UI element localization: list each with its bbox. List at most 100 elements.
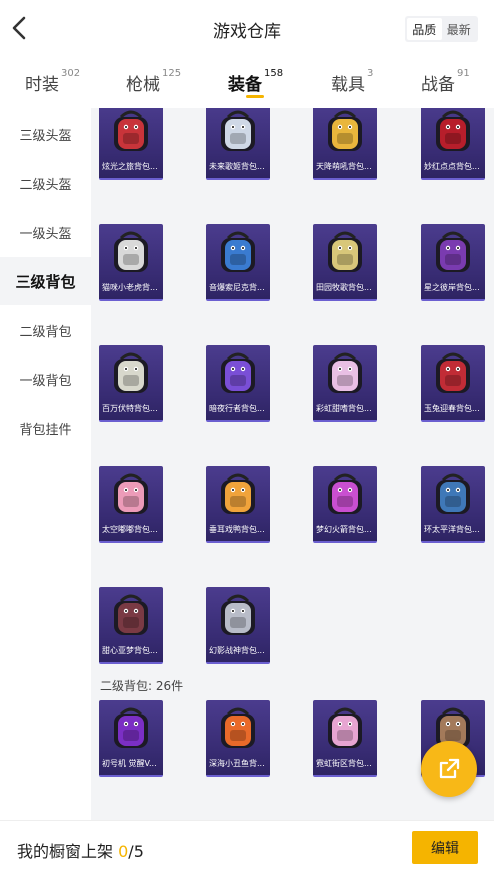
tab-count: 158 [264,68,284,79]
tab-count: 3 [367,68,374,79]
item-card[interactable]: 妙红点点背包... [421,108,485,180]
item-name: 甜心亚梦背包... [102,646,158,655]
tab-count: 125 [162,68,182,79]
red-monster-backpack-icon [109,108,153,157]
tab-label: 战备 [421,75,455,95]
tab-guns[interactable]: 枪械125 [126,68,182,95]
tab-fashion[interactable]: 时装302 [25,68,81,95]
red-dot-backpack-icon [431,108,475,157]
item-name: 天降萌吼背包... [316,162,372,171]
item-name: 初号机 觉醒V... [102,759,157,768]
header: 游戏仓库 品质 最新 [0,0,494,58]
item-name: 炫光之旅背包... [102,162,158,171]
star-shore-backpack-icon [431,228,475,278]
item-name: 星之彼岸背包... [424,283,480,292]
tiger-cat-backpack-icon [109,228,153,278]
active-tab-indicator [246,95,264,98]
item-card[interactable]: 环太平洋背包... [421,466,485,543]
sidebar-item-lv3-helmet[interactable]: 三级头盔 [0,110,91,158]
tab-label: 载具 [331,75,365,95]
showcase-label: 我的橱窗上架 [17,842,114,861]
sort-option-latest[interactable]: 最新 [442,18,477,40]
item-name: 垂耳戏鸭背包... [209,525,265,534]
share-button[interactable] [421,741,477,797]
item-card[interactable]: 霓虹街区背包... [313,700,377,777]
item-card[interactable]: 梦幻火箭背包... [313,466,377,543]
item-name: 田园牧歌背包... [316,283,372,292]
tab-vehicles[interactable]: 载具3 [331,68,374,95]
item-name: 暗夜行者背包... [209,404,265,413]
tab-count: 91 [457,68,470,79]
item-name: 梦幻火箭背包... [316,525,372,534]
sidebar-item-lv2-backpack[interactable]: 二级背包 [0,306,91,354]
rainbow-bunny-backpack-icon [323,349,367,399]
tab-label: 时装 [25,75,59,95]
item-name: 玉兔迎春背包... [424,404,480,413]
item-card[interactable]: 太空嘟嘟背包... [99,466,163,543]
item-name: 未来歌姬背包... [209,162,265,171]
item-card[interactable]: 玉兔迎春背包... [421,345,485,422]
white-idol-backpack-icon [216,108,260,157]
category-tabs: 时装302 枪械125 装备158 载具3 战备91 [0,58,494,108]
sidebar-item-lv1-backpack[interactable]: 一级背包 [0,355,91,403]
item-grid: 炫光之旅背包... 未来歌姬背包... 天降萌吼背包... 妙红点点背包... 猫咪小老… [91,108,494,820]
sweetheart-dream-backpack-icon [109,591,153,641]
sidebar-item-backpack-charm[interactable]: 背包挂件 [0,404,91,452]
neon-street-backpack-icon [323,704,367,754]
sort-toggle[interactable]: 品质 最新 [405,16,478,42]
item-card[interactable]: 猫咪小老虎背... [99,224,163,301]
dream-rocket-backpack-icon [323,470,367,520]
jade-rabbit-backpack-icon [431,349,475,399]
share-out-icon [439,758,460,779]
showcase-current-count: 0 [118,842,129,861]
showcase-status: 我的橱窗上架 0/5 [17,838,144,862]
yellow-bear-backpack-icon [323,108,367,157]
tab-count: 302 [61,68,81,79]
item-card[interactable]: 垂耳戏鸭背包... [206,466,270,543]
sidebar-item-lv3-backpack[interactable]: 三级背包 [0,257,91,305]
tab-equipment[interactable]: 装备158 [228,68,284,95]
section-label-lv2-backpack: 二级背包: 26件 [100,679,184,693]
item-card[interactable]: 未来歌姬背包... [206,108,270,180]
floppy-duck-backpack-icon [216,470,260,520]
item-card[interactable]: 星之彼岸背包... [421,224,485,301]
item-card[interactable]: 田园牧歌背包... [313,224,377,301]
item-name: 深海小丑鱼背... [209,759,265,768]
tab-combat-prep[interactable]: 战备91 [421,68,470,95]
item-card[interactable]: 音爆索尼克背... [206,224,270,301]
item-card[interactable]: 彩虹甜嗜背包... [313,345,377,422]
item-card[interactable]: 暗夜行者背包... [206,345,270,422]
item-name: 幻影战神背包... [209,646,265,655]
item-name: 霓虹街区背包... [316,759,372,768]
sidebar-item-lv1-helmet[interactable]: 一级头盔 [0,208,91,256]
item-name: 音爆索尼克背... [209,283,265,292]
item-name: 妙红点点背包... [424,162,480,171]
sonic-robot-backpack-icon [216,228,260,278]
showcase-bar: 我的橱窗上架 0/5 编辑 [0,820,494,875]
pastoral-basket-backpack-icon [323,228,367,278]
space-dudu-backpack-icon [109,470,153,520]
showcase-total-count: /5 [128,842,144,861]
item-name: 彩虹甜嗜背包... [316,404,372,413]
tab-label: 装备 [228,75,262,95]
edit-button[interactable]: 编辑 [412,831,478,864]
sidebar: 三级头盔 二级头盔 一级头盔 三级背包 二级背包 一级背包 背包挂件 [0,108,91,820]
night-walker-backpack-icon [216,349,260,399]
item-card[interactable]: 幻影战神背包... [206,587,270,664]
eva-unit01-backpack-icon [109,704,153,754]
sidebar-item-lv2-helmet[interactable]: 二级头盔 [0,159,91,207]
clownfish-backpack-icon [216,704,260,754]
item-card[interactable]: 百万伏特背包... [99,345,163,422]
item-name: 环太平洋背包... [424,525,480,534]
sort-option-quality[interactable]: 品质 [407,18,442,40]
phantom-war-backpack-icon [216,591,260,641]
tab-label: 枪械 [126,75,160,95]
item-card[interactable]: 深海小丑鱼背... [206,700,270,777]
item-card[interactable]: 天降萌吼背包... [313,108,377,180]
item-card[interactable]: 炫光之旅背包... [99,108,163,180]
item-card[interactable]: 甜心亚梦背包... [99,587,163,664]
item-name: 猫咪小老虎背... [102,283,158,292]
item-card[interactable]: 初号机 觉醒V... [99,700,163,777]
item-name: 百万伏特背包... [102,404,158,413]
volt-backpack-icon [109,349,153,399]
